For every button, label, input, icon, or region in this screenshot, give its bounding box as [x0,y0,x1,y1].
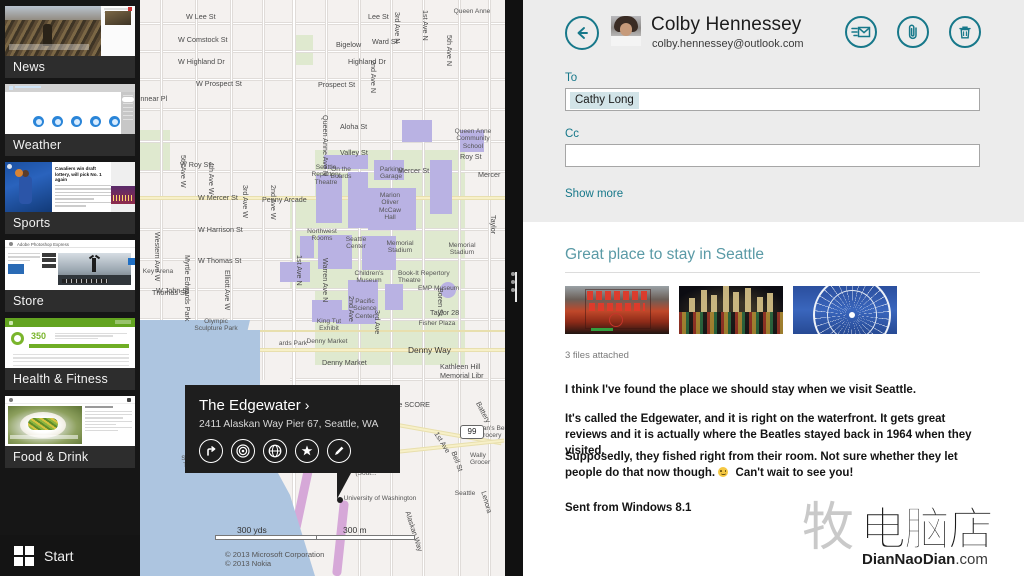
callout-title[interactable]: The Edgewater › [199,397,386,414]
body-paragraph-3b: Can't wait to see you! [735,467,854,479]
cc-label: Cc [565,128,580,140]
mail-compose-body: Great place to stay in Seattle 3 files a… [523,222,1024,576]
store-app-name: Adobe Photoshop Express [17,241,69,247]
news-thumbnail [5,6,135,56]
smiley-emoji-icon [718,467,729,477]
chevron-right-icon: › [304,397,310,413]
weather-thumbnail: 74° [5,84,135,134]
app-splitter-handle[interactable] [505,0,523,576]
attachment-count: 3 files attached [565,350,629,361]
map-scale-bar: 300 yds 300 m [215,525,415,540]
send-icon[interactable] [845,16,877,48]
subject-field[interactable]: Great place to stay in Seattle [565,246,764,264]
cc-input[interactable] [565,144,980,167]
body-paragraph-1: I think I've found the place we should s… [565,384,917,396]
map-copyright-line1: © 2013 Microsoft Corporation [225,550,325,559]
callout-address: 2411 Alaskan Way Pier 67, Seattle, WA [199,419,379,430]
switcher-tile-food[interactable]: Food & Drink [5,396,135,468]
health-calories: 350 [31,331,47,341]
mail-compose-header: Colby Hennessey colby.hennessey@outlook.… [523,0,1024,222]
sender-name: Colby Hennessey [651,14,802,35]
back-arrow-icon[interactable] [565,16,599,50]
switcher-tile-news[interactable]: News [5,6,135,78]
show-more-link[interactable]: Show more [565,188,623,200]
pin-star-icon[interactable] [295,439,319,463]
switcher-tile-weather[interactable]: 74° Weather [5,84,135,156]
weather-temperature: 74° [12,111,31,125]
sender-email: colby.hennessey@outlook.com [652,38,804,50]
sports-thumbnail: Cavaliers win draft lottery, will pick N… [5,162,135,212]
directions-icon[interactable] [199,439,223,463]
attachment-seattle-skyline[interactable] [679,286,783,334]
switcher-tile-health[interactable]: 350 Health & Fitness [5,318,135,390]
body-signature: Sent from Windows 8.1 [565,502,692,514]
map-copyright: © 2013 Microsoft Corporation © 2013 Noki… [225,550,324,568]
maps-app[interactable]: W Lee St W Comstock St W Highland Dr W P… [140,0,505,576]
switcher-tile-label: Health & Fitness [13,372,108,386]
attachment-public-market[interactable] [565,286,669,334]
callout-actions [199,439,386,463]
switcher-tile-label: Sports [13,216,51,230]
start-button[interactable]: Start [14,544,134,568]
avatar [611,16,641,46]
recipient-chip[interactable]: Cathy Long [570,92,639,109]
body-paragraph-3: Supposedly, they fished right from their… [565,449,990,481]
scale-imperial: 300 yds [237,525,267,535]
switcher-tile-label: Weather [13,138,62,152]
map-place-callout[interactable]: The Edgewater › 2411 Alaskan Way Pier 67,… [185,385,400,503]
health-thumbnail: 350 [5,318,135,368]
store-thumbnail: Adobe Photoshop Express [5,240,135,290]
to-input[interactable]: Cathy Long [565,88,980,111]
callout-title-text: The Edgewater [199,397,301,414]
switcher-tile-store[interactable]: Adobe Photoshop Express Store [5,240,135,312]
switcher-tile-sports[interactable]: Cavaliers win draft lottery, will pick N… [5,162,135,234]
mail-compose-app: Colby Hennessey colby.hennessey@outlook.… [523,0,1024,576]
food-thumbnail [5,396,135,446]
start-label: Start [44,548,74,564]
switcher-tile-label: News [13,60,46,74]
attach-icon[interactable] [897,16,929,48]
splitter-grip-icon[interactable] [511,272,517,304]
windows-logo-icon [14,546,34,566]
start-bar: Start [0,535,140,576]
subject-divider [565,272,980,273]
to-label: To [565,72,578,84]
map-copyright-line2: © 2013 Nokia [225,559,272,568]
globe-web-icon[interactable] [263,439,287,463]
switcher-tile-label: Store [13,294,44,308]
edit-pencil-icon[interactable] [327,439,351,463]
switcher-tile-label: Food & Drink [13,450,89,464]
trash-icon[interactable] [949,16,981,48]
app-switcher-panel: News 74° Weather Cavaliers win draft lot… [0,0,140,576]
attachment-ferris-wheel[interactable] [793,286,897,334]
scale-metric: 300 m [343,525,367,535]
sports-headline: Cavaliers win draft lottery, will pick N… [55,166,102,183]
locate-target-icon[interactable] [231,439,255,463]
windows-8-desktop: News 74° Weather Cavaliers win draft lot… [0,0,1024,576]
highway-shield-99: 99 [460,425,484,439]
